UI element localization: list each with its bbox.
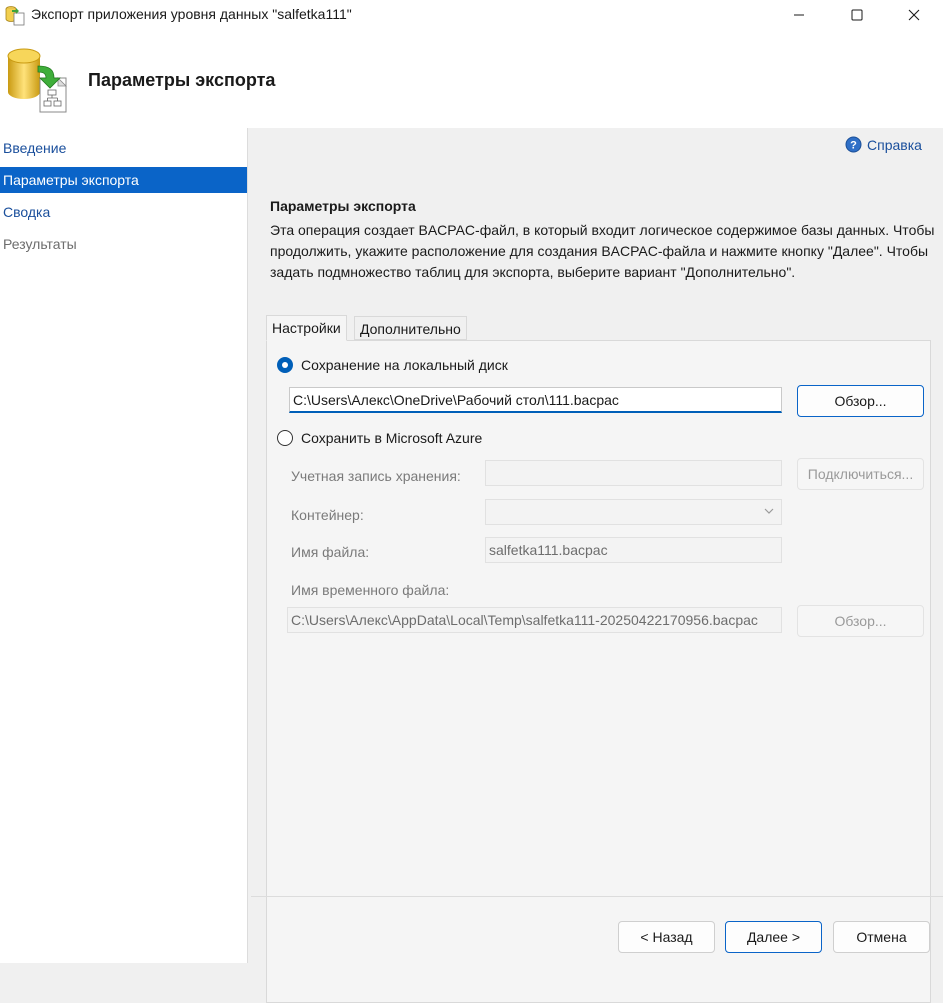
local-disk-radio[interactable] [277, 357, 293, 373]
wizard-sidebar: Введение Параметры экспорта Сводка Резул… [0, 128, 248, 963]
sidebar-item-results: Результаты [3, 236, 77, 252]
azure-option[interactable]: Сохранить в Microsoft Azure [277, 430, 482, 446]
local-disk-option[interactable]: Сохранение на локальный диск [277, 357, 508, 373]
filename-label: Имя файла: [291, 544, 370, 560]
chevron-down-icon [764, 508, 774, 514]
help-link[interactable]: ? Справка [845, 136, 922, 153]
local-disk-label: Сохранение на локальный диск [301, 357, 508, 373]
container-label: Контейнер: [291, 507, 364, 523]
container-select [485, 499, 782, 525]
browse-temp-button: Обзор... [797, 605, 924, 637]
page-title: Параметры экспорта [88, 70, 276, 90]
browse-local-button[interactable]: Обзор... [797, 385, 924, 417]
temp-filename-input: C:\Users\Алекс\AppData\Local\Temp\salfet… [287, 607, 782, 633]
help-icon: ? [845, 136, 862, 153]
tab-settings[interactable]: Настройки [266, 315, 347, 341]
azure-label: Сохранить в Microsoft Azure [301, 430, 483, 446]
footer-divider [251, 896, 943, 897]
storage-account-input [485, 460, 782, 486]
database-export-icon [7, 48, 67, 113]
temp-filename-label: Имя временного файла: [291, 582, 450, 598]
window-title: Экспорт приложения уровня данных "salfet… [31, 6, 352, 22]
help-label: Справка [867, 136, 922, 153]
local-path-input[interactable]: C:\Users\Алекс\OneDrive\Рабочий стол\111… [289, 387, 782, 413]
svg-text:?: ? [850, 140, 857, 152]
sidebar-item-summary[interactable]: Сводка [0, 199, 247, 225]
wizard-content: ? Справка Параметры экспорта Эта операци… [251, 128, 943, 1003]
maximize-icon [851, 9, 863, 21]
close-icon [908, 9, 920, 21]
azure-radio[interactable] [277, 430, 293, 446]
dacpac-app-icon [5, 6, 25, 26]
section-description: Эта операция создает BACPAC-файл, в кото… [270, 222, 935, 280]
maximize-button[interactable] [828, 0, 886, 30]
section-title: Параметры экспорта [270, 198, 416, 214]
sidebar-item-export-settings[interactable]: Параметры экспорта [0, 167, 247, 193]
close-button[interactable] [885, 0, 943, 30]
filename-input: salfetka111.bacpac [485, 537, 782, 563]
minimize-button[interactable] [770, 0, 828, 30]
storage-account-label: Учетная запись хранения: [291, 468, 461, 484]
next-button[interactable]: Далее > [725, 921, 822, 953]
wizard-header: Параметры экспорта [0, 30, 943, 128]
minimize-icon [794, 14, 804, 16]
settings-tab-panel: Сохранение на локальный диск C:\Users\Ал… [266, 340, 931, 1003]
back-button[interactable]: < Назад [618, 921, 715, 953]
cancel-button[interactable]: Отмена [833, 921, 930, 953]
tab-advanced[interactable]: Дополнительно [354, 316, 467, 340]
window-titlebar: Экспорт приложения уровня данных "salfet… [0, 0, 943, 31]
sidebar-item-intro[interactable]: Введение [0, 135, 247, 161]
connect-button: Подключиться... [797, 458, 924, 490]
